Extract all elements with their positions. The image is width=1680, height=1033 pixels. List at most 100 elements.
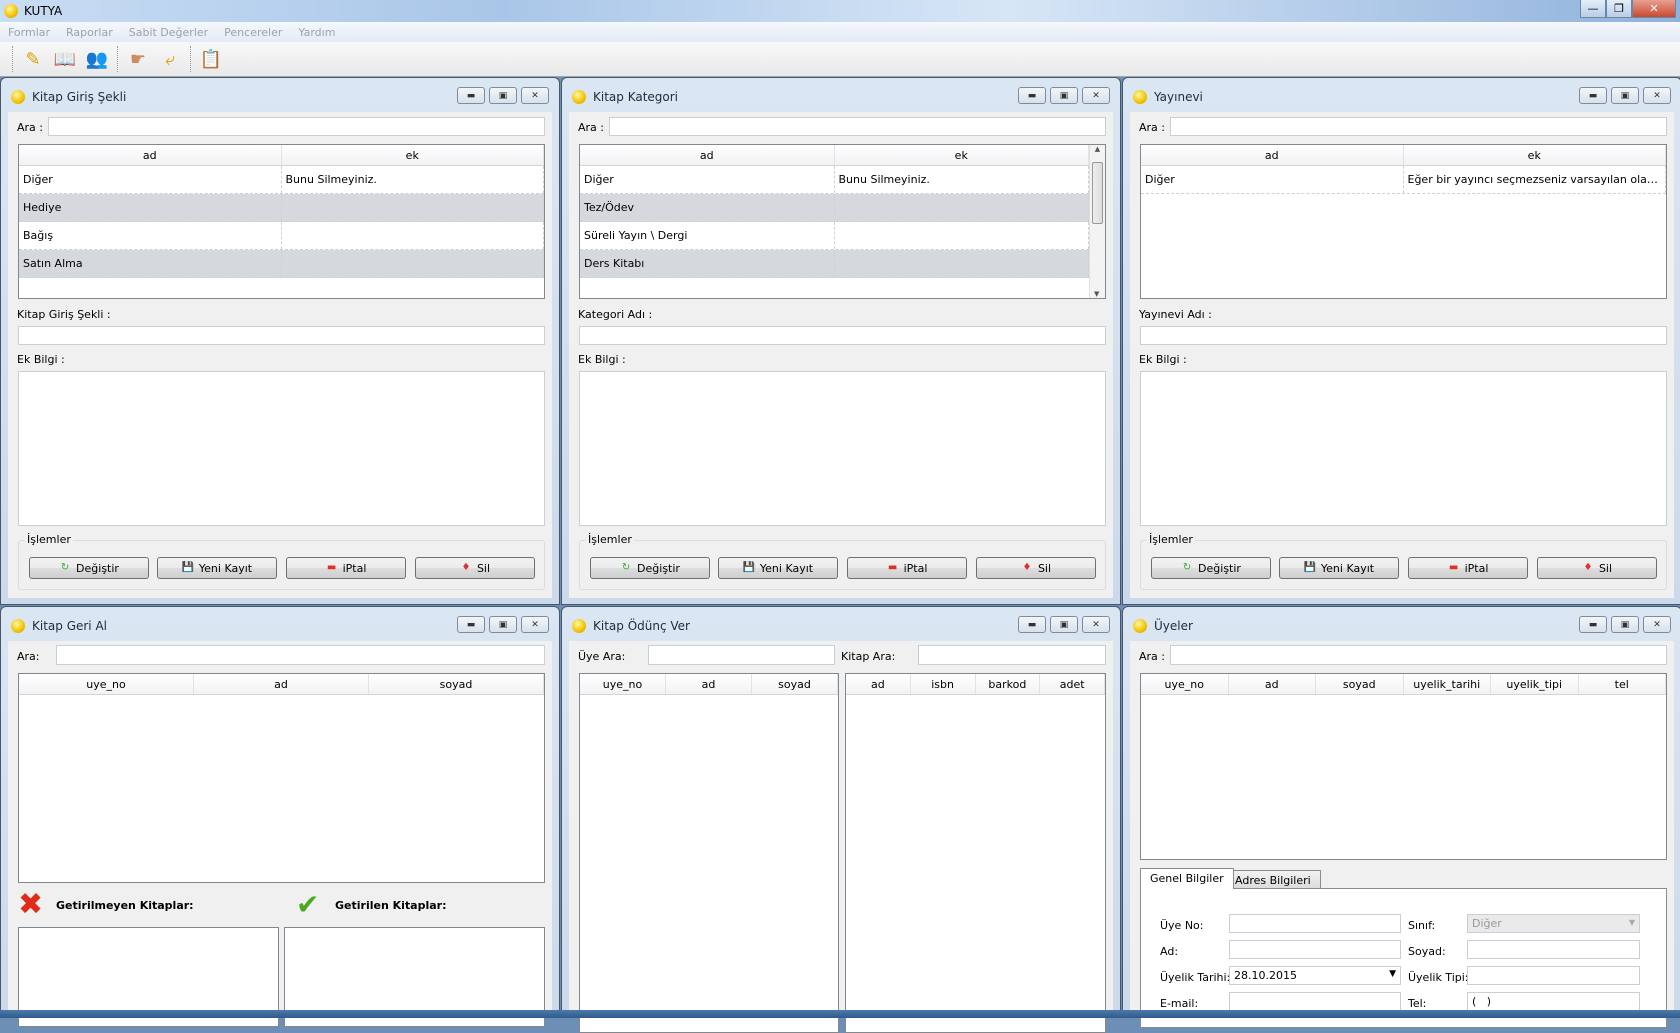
close-button[interactable]: ✕ bbox=[1082, 616, 1110, 633]
menu-formlar[interactable]: Formlar bbox=[8, 26, 50, 39]
column-header-ad[interactable]: ad bbox=[194, 674, 369, 694]
column-header-ad[interactable]: ad bbox=[580, 145, 835, 165]
close-button[interactable]: ✕ bbox=[1082, 87, 1110, 104]
name-input[interactable] bbox=[1140, 326, 1667, 345]
uye-no-input[interactable] bbox=[1229, 914, 1401, 933]
table-row[interactable]: Hediye bbox=[19, 194, 544, 222]
member-search-input[interactable] bbox=[648, 645, 835, 665]
iptal-button[interactable]: ▬ iPtal bbox=[1408, 557, 1528, 579]
card-icon[interactable]: 📋 bbox=[199, 47, 223, 71]
minimize-button[interactable]: — bbox=[1580, 0, 1606, 18]
maximize-button[interactable]: ▣ bbox=[489, 87, 517, 104]
minimize-button[interactable]: ▬ bbox=[1579, 616, 1607, 633]
maximize-button[interactable]: ▣ bbox=[1050, 616, 1078, 633]
column-header-uyelik-tarihi[interactable]: uyelik_tarihi bbox=[1404, 674, 1491, 694]
table-row[interactable]: Tez/Ödev bbox=[580, 194, 1089, 222]
yeni-kayit-button[interactable]: 💾 Yeni Kayıt bbox=[1279, 557, 1399, 579]
close-button[interactable]: ✕ bbox=[1643, 616, 1671, 633]
members-icon[interactable]: 👥 bbox=[85, 47, 109, 71]
book-search-input[interactable] bbox=[918, 645, 1106, 665]
menu-yardim[interactable]: Yardım bbox=[298, 26, 335, 39]
books-grid[interactable]: ad isbn barkod adet bbox=[845, 673, 1106, 1033]
close-button[interactable]: ✕ bbox=[521, 616, 549, 633]
table-row[interactable]: Diğer Bunu Silmeyiniz. bbox=[580, 166, 1089, 194]
column-header-adet[interactable]: adet bbox=[1040, 674, 1105, 694]
table-row[interactable]: Ders Kitabı bbox=[580, 250, 1089, 278]
column-header-ad[interactable]: ad bbox=[1229, 674, 1316, 694]
maximize-button[interactable]: ▣ bbox=[1611, 616, 1639, 633]
column-header-ek[interactable]: ek bbox=[835, 145, 1089, 165]
soyad-input[interactable] bbox=[1467, 940, 1640, 959]
ek-bilgi-textarea[interactable] bbox=[18, 371, 545, 526]
menu-raporlar[interactable]: Raporlar bbox=[66, 26, 113, 39]
return-arrow-icon[interactable]: ⤶ bbox=[158, 47, 182, 71]
yeni-kayit-button[interactable]: 💾 Yeni Kayıt bbox=[718, 557, 838, 579]
scroll-up-icon[interactable]: ▲ bbox=[1095, 145, 1100, 153]
menu-pencereler[interactable]: Pencereler bbox=[224, 26, 282, 39]
email-input[interactable] bbox=[1229, 992, 1401, 1011]
dropdown-arrow-icon[interactable]: ▼ bbox=[1629, 918, 1635, 927]
table-row[interactable]: Diğer Bunu Silmeyiniz. bbox=[19, 166, 544, 194]
members-grid[interactable]: uye_no ad soyad bbox=[18, 673, 545, 883]
menu-sabit-degerler[interactable]: Sabit Değerler bbox=[129, 26, 208, 39]
column-header-ad[interactable]: ad bbox=[19, 145, 282, 165]
uyelik-tipi-input[interactable] bbox=[1467, 966, 1640, 985]
restore-button[interactable]: ❐ bbox=[1606, 0, 1632, 18]
sil-button[interactable]: ♦ Sil bbox=[1537, 557, 1657, 579]
data-grid[interactable]: ad ek Diğer Bunu Silmeyiniz. Tez/Ödev Süre… bbox=[579, 144, 1106, 299]
search-input[interactable] bbox=[48, 117, 545, 136]
lend-hand-icon[interactable]: ☛ bbox=[126, 47, 150, 71]
data-grid[interactable]: ad ek Diğer Eğer bir yayıncı seçmezseniz v… bbox=[1140, 144, 1667, 299]
sil-button[interactable]: ♦ Sil bbox=[415, 557, 535, 579]
column-header-soyad[interactable]: soyad bbox=[369, 674, 544, 694]
column-header-uye-no[interactable]: uye_no bbox=[19, 674, 194, 694]
name-input[interactable] bbox=[579, 326, 1106, 345]
scroll-down-icon[interactable]: ▼ bbox=[1094, 290, 1099, 298]
column-header-isbn[interactable]: isbn bbox=[911, 674, 976, 694]
data-grid[interactable]: ad ek Diğer Bunu Silmeyiniz. Hediye Bağış … bbox=[18, 144, 545, 299]
close-button[interactable]: ✕ bbox=[1632, 0, 1676, 18]
yeni-kayit-button[interactable]: 💾 Yeni Kayıt bbox=[157, 557, 277, 579]
dropdown-arrow-icon[interactable]: ▼ bbox=[1389, 969, 1396, 979]
column-header-uye-no[interactable]: uye_no bbox=[1141, 674, 1229, 694]
table-row[interactable]: Süreli Yayın \ Dergi bbox=[580, 222, 1089, 250]
column-header-soyad[interactable]: soyad bbox=[752, 674, 838, 694]
column-header-tel[interactable]: tel bbox=[1579, 674, 1666, 694]
column-header-ad[interactable]: ad bbox=[1141, 145, 1404, 165]
column-header-ad[interactable]: ad bbox=[666, 674, 752, 694]
vertical-scrollbar[interactable]: ▲ ▼ bbox=[1089, 145, 1105, 298]
maximize-button[interactable]: ▣ bbox=[1050, 87, 1078, 104]
degistir-button[interactable]: ↻ Değiştir bbox=[590, 557, 710, 579]
column-header-uye-no[interactable]: uye_no bbox=[580, 674, 666, 694]
sinif-select[interactable]: Diğer ▼ bbox=[1467, 914, 1640, 933]
search-input[interactable] bbox=[1170, 117, 1667, 136]
close-button[interactable]: ✕ bbox=[521, 87, 549, 104]
ek-bilgi-textarea[interactable] bbox=[1140, 371, 1667, 526]
book-icon[interactable]: 📖 bbox=[53, 47, 77, 71]
search-input[interactable] bbox=[609, 117, 1106, 136]
name-input[interactable] bbox=[18, 326, 545, 345]
search-input[interactable] bbox=[56, 645, 545, 665]
table-row[interactable]: Diğer Eğer bir yayıncı seçmezseniz varsay… bbox=[1141, 166, 1666, 194]
close-button[interactable]: ✕ bbox=[1643, 87, 1671, 104]
column-header-soyad[interactable]: soyad bbox=[1316, 674, 1404, 694]
ek-bilgi-textarea[interactable] bbox=[579, 371, 1106, 526]
search-input[interactable] bbox=[1170, 645, 1667, 665]
table-row[interactable]: Bağış bbox=[19, 222, 544, 250]
degistir-button[interactable]: ↻ Değiştir bbox=[1151, 557, 1271, 579]
members-grid[interactable]: uye_no ad soyad uyelik_tarihi uyelik_tipi tel bbox=[1140, 673, 1667, 860]
column-header-barkod[interactable]: barkod bbox=[976, 674, 1041, 694]
tab-adres-bilgileri[interactable]: Adres Bilgileri bbox=[1225, 870, 1321, 888]
tel-input[interactable]: ( ) bbox=[1467, 992, 1640, 1011]
ad-input[interactable] bbox=[1229, 940, 1401, 959]
iptal-button[interactable]: ▬ iPtal bbox=[847, 557, 967, 579]
members-grid[interactable]: uye_no ad soyad bbox=[579, 673, 839, 1033]
scroll-thumb[interactable] bbox=[1092, 162, 1103, 224]
degistir-button[interactable]: ↻ Değiştir bbox=[29, 557, 149, 579]
minimize-button[interactable]: ▬ bbox=[457, 87, 485, 104]
maximize-button[interactable]: ▣ bbox=[489, 616, 517, 633]
sil-button[interactable]: ♦ Sil bbox=[976, 557, 1096, 579]
minimize-button[interactable]: ▬ bbox=[1018, 616, 1046, 633]
uyelik-tarihi-datepicker[interactable]: 28.10.2015 ▼ bbox=[1229, 966, 1401, 985]
iptal-button[interactable]: ▬ iPtal bbox=[286, 557, 406, 579]
